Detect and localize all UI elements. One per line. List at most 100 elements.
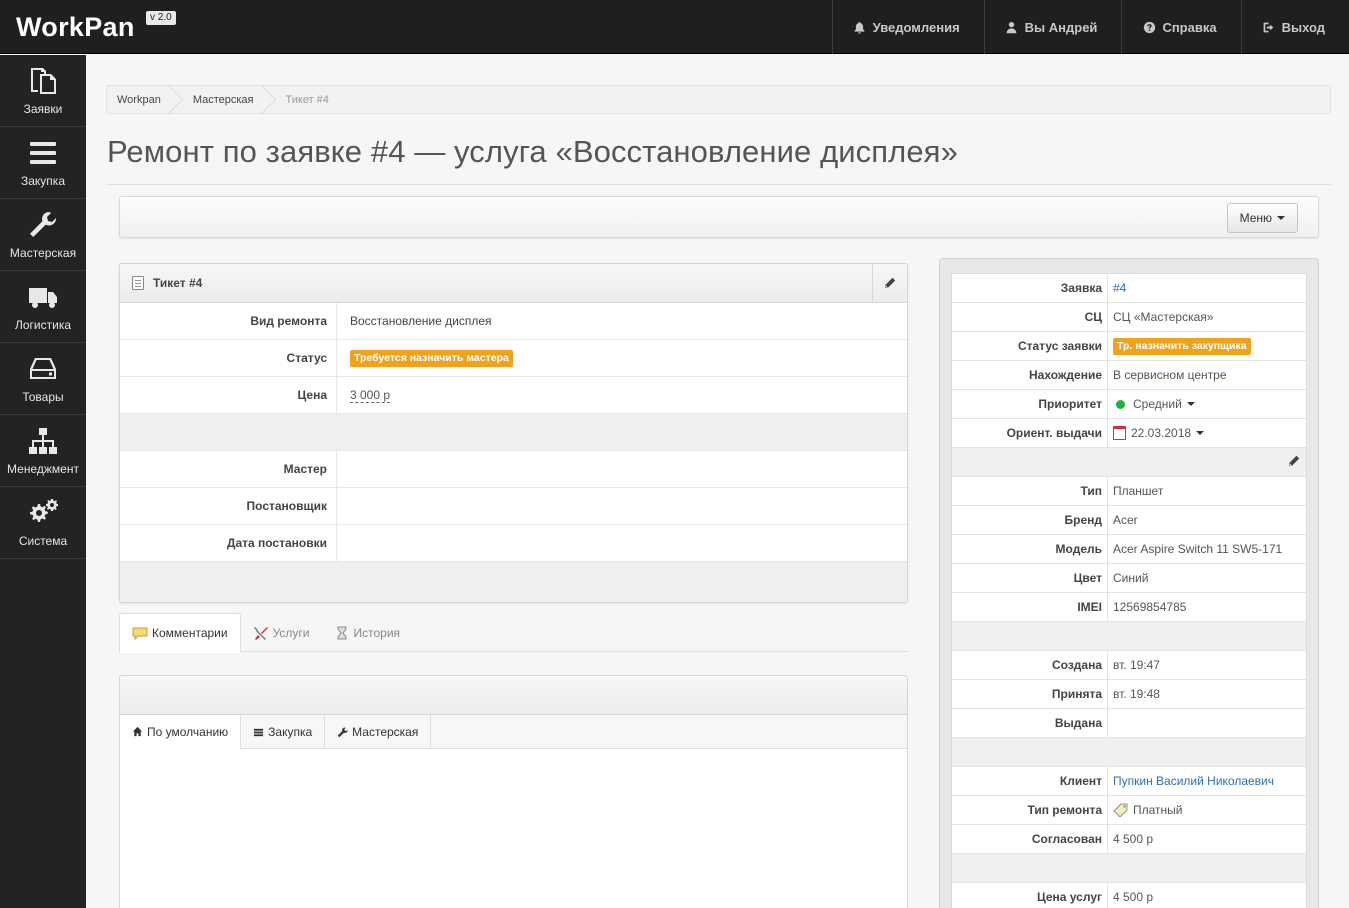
question-icon	[1142, 20, 1156, 34]
detail-row-issued: Выдана	[952, 709, 1306, 738]
ticket-row-repair-type: Вид ремонта Восстановление дисплея	[120, 303, 907, 340]
field-label: Принята	[952, 680, 1108, 708]
tab-label: Комментарии	[152, 626, 228, 640]
device-edit-row	[952, 448, 1306, 477]
ticket-row-assign-date: Дата постановки	[120, 525, 907, 562]
field-label: Вид ремонта	[120, 303, 337, 339]
field-label: Ориент. выдачи	[952, 419, 1108, 447]
subtab-purchase[interactable]: Закупка	[241, 715, 326, 749]
field-label: Заявка	[952, 274, 1108, 302]
detail-row-due: Ориент. выдачи 22.03.2018	[952, 419, 1306, 448]
detail-row-separator	[952, 854, 1306, 883]
comment-filter-tabs: По умолчанию Закупка Мастерская	[120, 715, 907, 749]
subtab-workshop[interactable]: Мастерская	[325, 715, 432, 749]
sidebar-item-purchase[interactable]: Закупка	[0, 127, 86, 199]
field-value: вт. 19:47	[1113, 658, 1160, 672]
field-label: Мастер	[120, 451, 337, 487]
subtab-label: По умолчанию	[147, 724, 229, 739]
caret-down-icon	[1196, 431, 1205, 435]
breadcrumb-item[interactable]: Мастерская	[183, 86, 276, 113]
divider	[107, 184, 1331, 185]
breadcrumb: Workpan Мастерская Тикет #4	[106, 85, 1331, 114]
sidebar-item-label: Товары	[22, 389, 64, 404]
caret-down-icon	[1277, 216, 1285, 220]
field-label: СЦ	[952, 303, 1108, 331]
sitemap-icon	[29, 427, 57, 454]
wrench-icon	[30, 211, 57, 237]
brand-logo[interactable]: WorkPan	[16, 12, 135, 43]
sidebar-item-logistics[interactable]: Логистика	[0, 271, 86, 343]
pencil-icon	[885, 277, 896, 288]
toolbar: Меню	[119, 196, 1319, 238]
sidebar-item-management[interactable]: Менеджмент	[0, 415, 86, 487]
field-value: СЦ «Мастерская»	[1113, 310, 1214, 324]
tab-history[interactable]: История	[322, 613, 413, 652]
sidebar-item-workshop[interactable]: Мастерская	[0, 199, 86, 271]
field-value: 12569854785	[1113, 600, 1187, 614]
tab-comments[interactable]: Комментарии	[119, 613, 241, 653]
field-value	[337, 488, 907, 524]
subtab-default[interactable]: По умолчанию	[120, 715, 242, 749]
menu-button[interactable]: Меню	[1226, 203, 1298, 233]
hourglass-icon	[334, 626, 350, 640]
edit-device-button[interactable]	[1288, 455, 1300, 470]
client-link[interactable]: Пупкин Василий Николаевич	[1113, 774, 1274, 788]
menu-button-label: Меню	[1239, 211, 1272, 225]
field-label: Цвет	[952, 564, 1108, 592]
field-value	[337, 525, 907, 561]
comments-header	[120, 676, 907, 715]
sidebar-item-goods[interactable]: Товары	[0, 343, 86, 415]
detail-row-separator	[952, 738, 1306, 767]
priority-dropdown[interactable]: Средний	[1108, 390, 1306, 418]
logout-link[interactable]: Выход	[1240, 0, 1349, 54]
user-label: Вы Андрей	[1024, 19, 1098, 35]
field-label: Выдана	[952, 709, 1108, 737]
detail-row-order-status: Статус заявки Тр. назначить закупщика	[952, 332, 1306, 361]
detail-row-agreed: Согласован 4 500 р	[952, 825, 1306, 854]
detail-row-model: Модель Acer Aspire Switch 11 SW5-171	[952, 535, 1306, 564]
field-value	[1108, 709, 1306, 737]
sidebar-item-system[interactable]: Система	[0, 487, 86, 559]
field-label: Приоритет	[952, 390, 1108, 418]
ticket-row-price: Цена 3 000 р	[120, 377, 907, 414]
user-icon	[1005, 20, 1019, 34]
field-label: Тип ремонта	[952, 796, 1108, 824]
detail-row-brand: Бренд Acer	[952, 506, 1306, 535]
help-link[interactable]: Справка	[1121, 0, 1240, 54]
field-label: Нахождение	[952, 361, 1108, 389]
version-badge: v 2.0	[146, 11, 176, 25]
detail-row-imei: IMEI 12569854785	[952, 593, 1306, 622]
order-details-panel: Заявка #4 СЦ СЦ «Мастерская» Статус заяв…	[939, 258, 1319, 908]
notifications-label: Уведомления	[872, 19, 960, 35]
due-date-value: 22.03.2018	[1131, 426, 1192, 440]
edit-ticket-button[interactable]	[872, 264, 907, 302]
ticket-title: Тикет #4	[153, 276, 203, 290]
top-nav: Уведомления Вы Андрей Справка Выход	[831, 0, 1349, 54]
field-value: Восстановление дисплея	[350, 314, 492, 328]
price-editable[interactable]: 3 000 р	[350, 388, 391, 403]
detail-row-order: Заявка #4	[952, 274, 1306, 303]
home-icon	[132, 726, 143, 737]
notifications-link[interactable]: Уведомления	[831, 0, 984, 54]
breadcrumb-item[interactable]: Workpan	[107, 86, 183, 113]
field-label: Цена услуг	[952, 883, 1108, 908]
sidebar-item-label: Менеджмент	[7, 461, 79, 476]
tab-services[interactable]: Услуги	[241, 613, 322, 652]
calendar-icon	[1113, 426, 1126, 440]
price-tag-icon	[1113, 803, 1129, 817]
tools-icon	[253, 626, 269, 640]
wrench-icon	[337, 726, 348, 737]
help-label: Справка	[1162, 19, 1217, 35]
truck-icon	[29, 287, 57, 308]
order-status-badge: Тр. назначить закупщика	[1113, 337, 1251, 355]
order-link[interactable]: #4	[1113, 281, 1126, 295]
due-date-dropdown[interactable]: 22.03.2018	[1108, 419, 1306, 447]
field-label: Статус заявки	[952, 332, 1108, 360]
top-bar: WorkPan v 2.0 Уведомления Вы Андрей Спра…	[0, 0, 1349, 54]
ticket-panel: Тикет #4 Вид ремонта Восстановление дисп…	[119, 263, 908, 603]
user-link[interactable]: Вы Андрей	[983, 0, 1122, 54]
sidebar-item-orders[interactable]: Заявки	[0, 55, 86, 127]
ticket-row-assigner: Постановщик	[120, 488, 907, 525]
detail-row-services-price: Цена услуг 4 500 р	[952, 883, 1306, 908]
bars-icon	[30, 141, 56, 164]
